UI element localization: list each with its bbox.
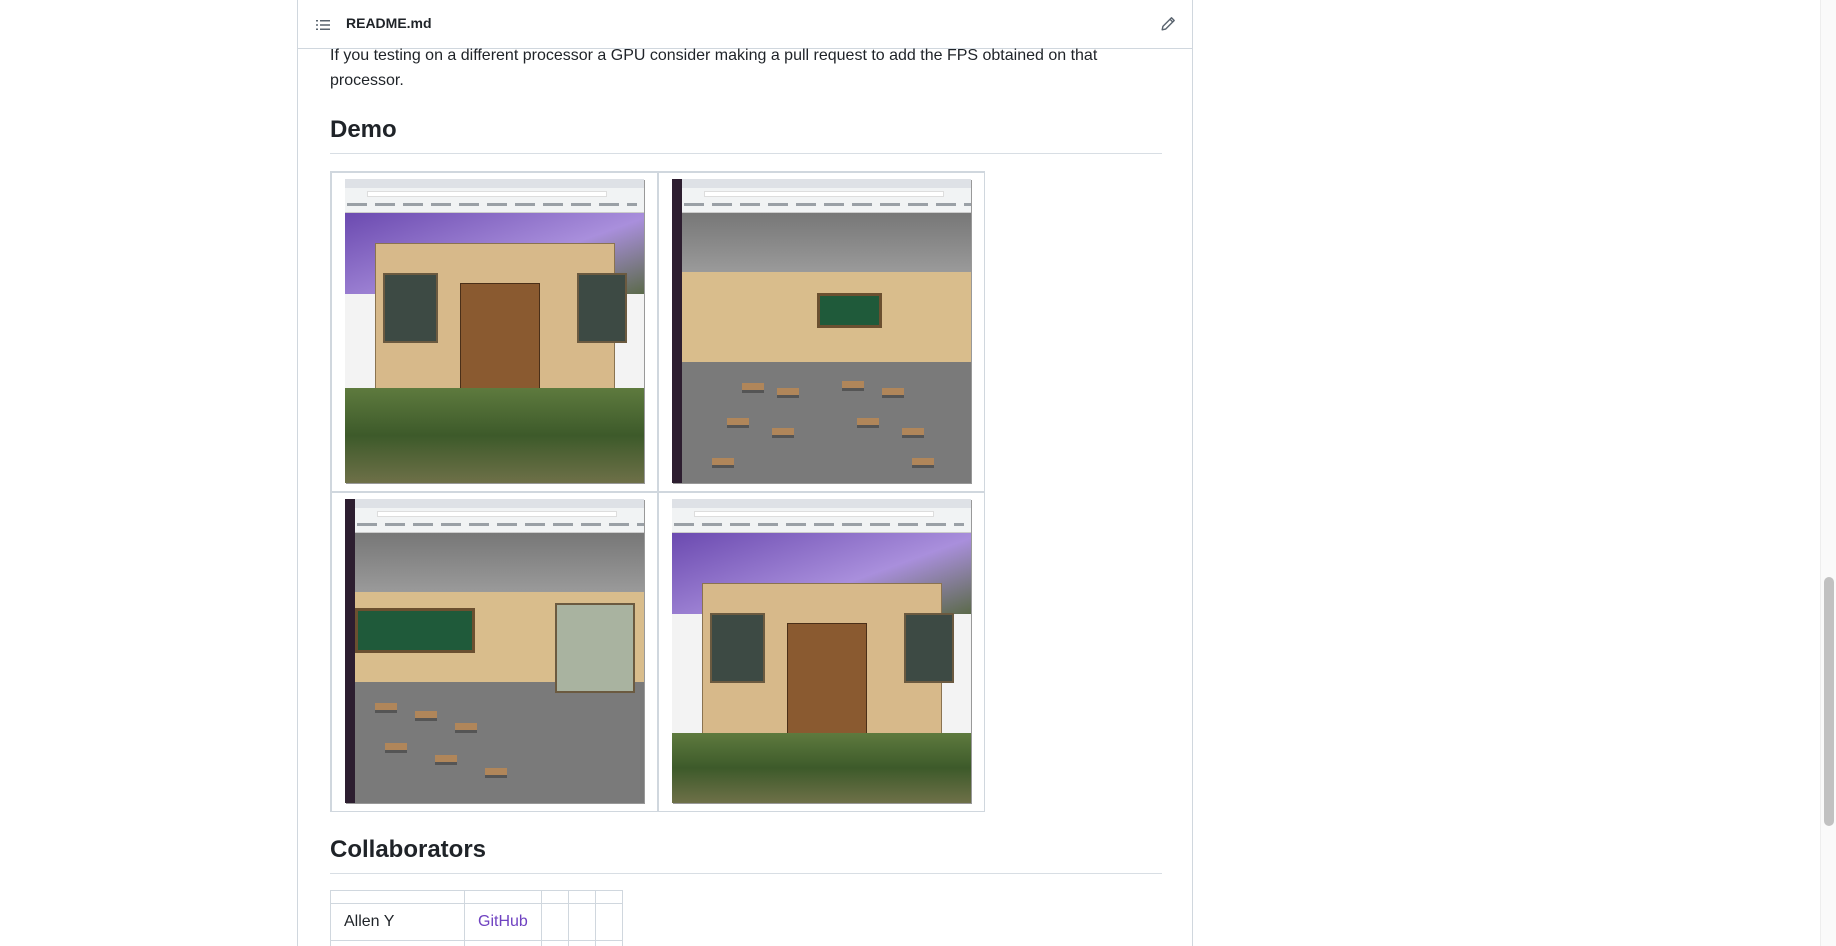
collaborator-name: Allen Y	[330, 903, 465, 941]
file-title: README.md	[346, 15, 432, 31]
table-row	[330, 940, 623, 946]
demo-screenshot[interactable]	[345, 179, 644, 483]
demo-cell	[331, 172, 658, 492]
page-scrollbar[interactable]	[1820, 0, 1836, 946]
demo-screenshot[interactable]	[672, 499, 971, 803]
demo-cell	[331, 492, 658, 812]
demo-screenshot[interactable]	[672, 179, 971, 483]
list-unordered-icon[interactable]	[315, 17, 331, 33]
readme-panel: README.md If you testing on a different …	[297, 0, 1193, 946]
collaborator-github-link[interactable]: GitHub	[478, 913, 528, 930]
demo-screenshot[interactable]	[345, 499, 644, 803]
scrollbar-thumb[interactable]	[1824, 577, 1834, 826]
demo-cell	[658, 172, 985, 492]
collaborators-table: Allen Y GitHub	[330, 890, 623, 946]
demo-cell	[658, 492, 985, 812]
table-row: Allen Y GitHub	[330, 903, 623, 941]
table-header-row	[330, 890, 623, 904]
collaborators-heading: Collaborators	[330, 835, 1162, 874]
intro-paragraph: If you testing on a different processor …	[330, 47, 1098, 89]
pencil-icon[interactable]	[1160, 16, 1176, 32]
demo-heading: Demo	[330, 115, 1162, 154]
demo-image-table	[330, 171, 985, 812]
readme-header: README.md	[298, 0, 1192, 49]
